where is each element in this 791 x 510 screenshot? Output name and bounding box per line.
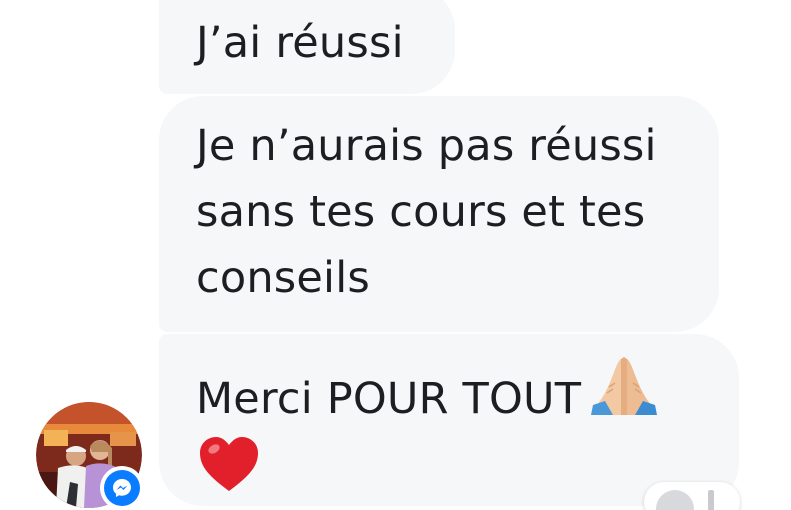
- message-line: Merci POUR TOUT: [196, 353, 703, 432]
- message-line: [196, 432, 703, 498]
- message-text: Merci POUR TOUT: [196, 374, 582, 424]
- message-bubble[interactable]: J’ai réussi: [159, 0, 455, 94]
- message-text: conseils: [196, 253, 370, 303]
- reaction-emoji-icon: [656, 490, 694, 510]
- messenger-icon: [104, 470, 140, 506]
- folded-hands-icon: [591, 357, 658, 415]
- messenger-badge: [100, 466, 144, 510]
- message-bubble[interactable]: Merci POUR TOUT: [159, 334, 739, 506]
- reaction-count: [708, 490, 714, 510]
- chat-thread: J’ai réussi Je n’aurais pas réussi sans …: [0, 0, 791, 510]
- reaction-chip[interactable]: [644, 482, 740, 510]
- sender-avatar[interactable]: [36, 402, 144, 510]
- message-text: J’ai réussi: [196, 18, 404, 68]
- message-text: sans tes cours et tes: [196, 187, 646, 237]
- red-heart-icon: [200, 437, 258, 491]
- message-text: Je n’aurais pas réussi: [196, 121, 657, 171]
- message-bubble[interactable]: Je n’aurais pas réussi sans tes cours et…: [159, 96, 719, 332]
